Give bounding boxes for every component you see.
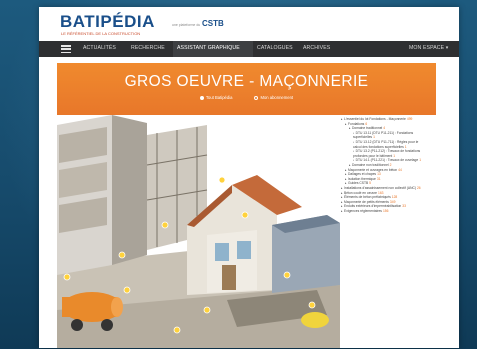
radio-mine-label: Mon abonnement xyxy=(260,95,294,100)
tree-item-label: Béton coulé en oeuvre xyxy=(344,190,378,195)
tree-item-label: DTU 13.11 (DTU P11-211) : Fondations sup… xyxy=(353,130,414,140)
tree-item-count: 1 xyxy=(419,158,422,163)
tree-item-label: Maçonnerie de petits éléments xyxy=(344,199,389,204)
tree-item-count: 163 xyxy=(378,190,384,195)
tree-item-count: 1 xyxy=(404,144,407,149)
tree-arrow-icon: ▸ xyxy=(341,190,343,195)
tree-item-count: 44 xyxy=(398,167,402,172)
building-cutaway-illustration[interactable] xyxy=(57,115,340,348)
tree-item[interactable]: • DTU 13.12 (DTU P11-711) : Règles pour l… xyxy=(341,140,424,149)
tree-item-count: 5 xyxy=(369,181,372,186)
tree-item-count: 156 xyxy=(382,208,389,213)
tree-arrow-icon: • xyxy=(353,130,355,135)
radio-all-label: Tout Batipédia xyxy=(205,95,233,100)
tree-arrow-icon: ▸ xyxy=(341,185,343,190)
tree-arrow-icon: ▸ xyxy=(341,117,343,121)
radio-selected-icon xyxy=(199,95,204,100)
tree-item-label: DTU 13.12 (DTU P11-711) : Règles pour le… xyxy=(353,139,419,149)
tree-arrow-icon: ▸ xyxy=(349,126,351,131)
radio-all[interactable]: Tout Batipédia xyxy=(199,95,233,100)
nav-item-actualites[interactable]: ACTUALITÉS xyxy=(83,45,116,51)
tree-item-count: 13 xyxy=(377,172,381,177)
nav-item-archives[interactable]: ARCHIVES xyxy=(303,45,330,51)
menu-icon[interactable] xyxy=(61,45,71,54)
tree-item-count: 4 xyxy=(383,126,386,131)
nav-item-recherche[interactable]: RECHERCHE xyxy=(131,45,165,51)
tree-item-count: 128 xyxy=(391,195,398,200)
tree-item-label: Exigences réglementaires xyxy=(344,208,382,213)
tree-item-label: Enduits extérieurs d'imperméabilisation xyxy=(344,204,402,209)
radio-unselected-icon xyxy=(254,95,259,100)
browser-screen: BATIPÉDIA LE RÉFÉRENTIEL DE LA CONSTRUCT… xyxy=(39,7,459,348)
tree-arrow-icon: ▸ xyxy=(345,181,347,186)
tree-item-count: 6 xyxy=(365,121,368,126)
tree-arrow-icon: • xyxy=(353,149,355,154)
tree-arrow-icon: ▸ xyxy=(349,162,351,167)
nav-item-catalogues[interactable]: CATALOGUES xyxy=(257,45,293,51)
radio-mine[interactable]: Mon abonnement xyxy=(254,95,293,100)
tree-arrow-icon: ▸ xyxy=(341,204,343,209)
tree-item[interactable]: • DTU 13.2 (P11-212) : Travaux de fondati… xyxy=(341,149,424,158)
site-logo[interactable]: BATIPÉDIA xyxy=(60,12,155,32)
scope-selector: Tout Batipédia Mon abonnement xyxy=(57,95,436,100)
tree-item-count: 2 xyxy=(389,162,392,167)
tree-item-label: Dallages et chapes xyxy=(348,172,377,177)
tree-item-label: Isolation thermique xyxy=(348,176,376,181)
tree-arrow-icon: ▸ xyxy=(345,121,347,126)
tree-arrow-icon: ▸ xyxy=(341,195,343,200)
tree-item-label: Domaine traditionnel xyxy=(352,126,383,131)
tree-arrow-icon: ▸ xyxy=(345,176,347,181)
tree-item-count: 499 xyxy=(406,117,413,121)
category-tree: ▸ L'essentiel du lot Fondations - Maçonne… xyxy=(341,117,436,347)
tree-item-count: 26 xyxy=(416,185,421,190)
tree-item-label: Éléments de béton préfabriqués xyxy=(344,195,391,200)
tree-arrow-icon: • xyxy=(353,139,355,144)
page-title: GROS OEUVRE - MAÇONNERIE xyxy=(124,73,369,90)
tree-item[interactable]: ▸ Exigences réglementaires156 xyxy=(341,209,436,214)
tree-item-count: 33 xyxy=(402,204,406,209)
partner-logo[interactable]: CSTB xyxy=(202,19,224,28)
tree-item-label: Maçonnerie et ouvrages en béton xyxy=(348,167,398,172)
nav-account-menu[interactable]: MON ESPACE ▾ xyxy=(409,45,448,51)
tree-item-label: DTU 13.2 (P11-212) : Travaux de fondatio… xyxy=(353,149,421,158)
tree-item-label: Fondations xyxy=(348,121,365,126)
tree-arrow-icon: ▸ xyxy=(341,199,343,204)
tree-item-label: L'essentiel du lot Fondations - Maçonner… xyxy=(344,117,406,121)
tree-item-label: Guides CSTB xyxy=(348,181,369,186)
partner-prefix: une plateforme du xyxy=(172,23,201,27)
tree-arrow-icon: ▸ xyxy=(345,167,347,172)
main-navigation: ACTUALITÉS RECHERCHE ASSISTANT GRAPHIQUE… xyxy=(39,41,459,57)
tree-arrow-icon: ▸ xyxy=(345,172,347,177)
category-banner: GROS OEUVRE - MAÇONNERIE Tout Batipédia … xyxy=(57,63,436,115)
tree-item-count: 1 xyxy=(393,153,396,158)
nav-item-assistant-graphique[interactable]: ASSISTANT GRAPHIQUE xyxy=(177,45,240,51)
tree-item-label: Domaine non traditionnel xyxy=(352,162,389,167)
tree-item-label: Installations d'assainissement non colle… xyxy=(344,185,416,190)
tree-item-count: 31 xyxy=(376,176,381,181)
tree-arrow-icon: ▸ xyxy=(341,208,343,213)
tree-item[interactable]: • DTU 13.11 (DTU P11-211) : Fondations su… xyxy=(341,131,424,140)
site-header: BATIPÉDIA LE RÉFÉRENTIEL DE LA CONSTRUCT… xyxy=(39,7,459,41)
tree-item-count: 1 xyxy=(373,135,375,140)
content-area: ▸ L'essentiel du lot Fondations - Maçonne… xyxy=(57,115,436,348)
tree-item-label: DTU 14.1 (P11-221) : Travaux de cuvelage xyxy=(355,158,419,163)
tree-item-count: 349 xyxy=(389,199,396,204)
logo-tagline: LE RÉFÉRENTIEL DE LA CONSTRUCTION xyxy=(61,31,141,36)
tree-arrow-icon: • xyxy=(353,158,355,163)
